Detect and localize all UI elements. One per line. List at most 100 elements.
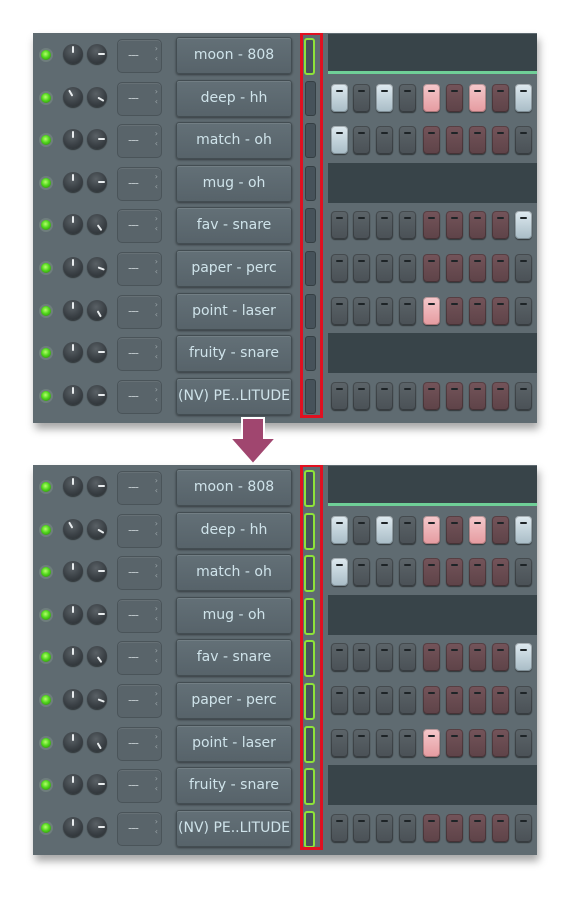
step-button-off[interactable] xyxy=(515,126,532,155)
step-button-off[interactable] xyxy=(353,728,370,757)
channel-mute-led[interactable] xyxy=(41,135,51,146)
step-button-off[interactable] xyxy=(353,381,370,410)
track-stepper-icon[interactable]: › ‹ xyxy=(155,646,158,666)
step-button-off[interactable] xyxy=(399,381,416,410)
step-button-on[interactable] xyxy=(469,515,486,544)
step-button-off[interactable] xyxy=(376,728,393,757)
step-button-off[interactable] xyxy=(423,211,440,240)
step-button-on[interactable] xyxy=(515,83,532,112)
step-button-off[interactable] xyxy=(399,813,416,842)
volume-knob[interactable] xyxy=(63,171,83,192)
graph-editor-empty[interactable] xyxy=(328,162,537,203)
pan-knob[interactable] xyxy=(87,299,107,320)
step-button-off[interactable] xyxy=(446,728,463,757)
step-button-on[interactable] xyxy=(331,83,348,112)
mixer-track-selector[interactable]: --- › ‹ xyxy=(117,166,162,201)
channel-mute-led[interactable] xyxy=(41,695,51,705)
pan-knob[interactable] xyxy=(87,518,107,539)
step-button-off[interactable] xyxy=(331,728,348,757)
mixer-track-selector[interactable]: --- › ‹ xyxy=(117,294,162,329)
step-button-on[interactable] xyxy=(376,83,393,112)
volume-knob[interactable] xyxy=(63,689,83,709)
volume-knob[interactable] xyxy=(63,518,83,539)
step-button-off[interactable] xyxy=(353,211,370,240)
mixer-track-selector[interactable]: --- › ‹ xyxy=(117,209,162,244)
step-button-on[interactable] xyxy=(515,515,532,544)
track-stepper-icon[interactable]: › ‹ xyxy=(155,604,158,624)
step-button-off[interactable] xyxy=(353,83,370,112)
mixer-track-selector[interactable]: --- › ‹ xyxy=(117,684,162,718)
channel-name-button[interactable]: moon - 808 xyxy=(176,37,292,74)
channel-name-button[interactable]: match - oh xyxy=(176,554,292,592)
track-stepper-icon[interactable]: › ‹ xyxy=(155,385,158,405)
channel-name-button[interactable]: paper - perc xyxy=(176,250,292,287)
channel-name-button[interactable]: fav - snare xyxy=(176,207,292,245)
volume-knob[interactable] xyxy=(63,44,83,64)
step-button-off[interactable] xyxy=(399,515,416,544)
step-button-off[interactable] xyxy=(492,686,509,714)
step-button-off[interactable] xyxy=(446,296,463,325)
step-button-off[interactable] xyxy=(423,643,440,672)
step-button-on[interactable] xyxy=(331,515,348,544)
track-stepper-icon[interactable]: › ‹ xyxy=(155,172,158,192)
pan-knob[interactable] xyxy=(87,44,107,64)
channel-name-button[interactable]: fav - snare xyxy=(176,639,292,677)
volume-knob[interactable] xyxy=(63,646,83,667)
step-button-off[interactable] xyxy=(469,813,486,842)
step-button-off[interactable] xyxy=(331,254,348,282)
volume-knob[interactable] xyxy=(63,561,83,582)
step-button-off[interactable] xyxy=(492,728,509,757)
step-button-off[interactable] xyxy=(469,254,486,282)
mixer-track-selector[interactable]: --- › ‹ xyxy=(117,641,162,676)
volume-knob[interactable] xyxy=(63,476,83,496)
graph-editor-empty[interactable] xyxy=(328,594,537,635)
volume-knob[interactable] xyxy=(63,214,83,235)
graph-editor[interactable] xyxy=(328,34,537,74)
channel-mute-led[interactable] xyxy=(41,220,51,231)
step-button-off[interactable] xyxy=(423,381,440,410)
channel-name-button[interactable]: match - oh xyxy=(176,122,292,160)
mixer-track-selector[interactable]: --- › ‹ xyxy=(117,81,162,116)
mixer-track-selector[interactable]: --- › ‹ xyxy=(117,252,162,286)
step-button-off[interactable] xyxy=(446,254,463,282)
track-stepper-icon[interactable]: › ‹ xyxy=(155,342,158,362)
pan-knob[interactable] xyxy=(87,731,107,752)
channel-mute-led[interactable] xyxy=(41,780,51,791)
mixer-track-selector[interactable]: --- › ‹ xyxy=(117,39,162,73)
mixer-track-selector[interactable]: --- › ‹ xyxy=(117,811,162,846)
volume-knob[interactable] xyxy=(63,816,83,837)
channel-name-button[interactable]: fruity - snare xyxy=(176,335,292,373)
channel-mute-led[interactable] xyxy=(41,348,51,359)
step-button-off[interactable] xyxy=(376,813,393,842)
track-stepper-icon[interactable]: › ‹ xyxy=(155,476,158,496)
step-button-off[interactable] xyxy=(399,296,416,325)
mixer-track-selector[interactable]: --- › ‹ xyxy=(117,471,162,505)
step-button-off[interactable] xyxy=(376,643,393,672)
step-button-off[interactable] xyxy=(376,126,393,155)
step-button-off[interactable] xyxy=(515,254,532,282)
step-button-off[interactable] xyxy=(331,813,348,842)
step-button-off[interactable] xyxy=(376,686,393,714)
step-button-off[interactable] xyxy=(469,643,486,672)
step-button-off[interactable] xyxy=(353,126,370,155)
step-button-off[interactable] xyxy=(353,558,370,587)
graph-editor[interactable] xyxy=(328,466,537,506)
pan-knob[interactable] xyxy=(87,257,107,277)
step-button-off[interactable] xyxy=(353,515,370,544)
channel-name-button[interactable]: mug - oh xyxy=(176,596,292,634)
step-button-off[interactable] xyxy=(469,211,486,240)
step-button-off[interactable] xyxy=(446,686,463,714)
step-button-off[interactable] xyxy=(399,686,416,714)
channel-name-button[interactable]: fruity - snare xyxy=(176,767,292,805)
step-button-off[interactable] xyxy=(446,558,463,587)
step-button-off[interactable] xyxy=(353,296,370,325)
step-button-off[interactable] xyxy=(353,643,370,672)
step-button-off[interactable] xyxy=(331,296,348,325)
step-button-on[interactable] xyxy=(423,83,440,112)
volume-knob[interactable] xyxy=(63,731,83,752)
pan-knob[interactable] xyxy=(87,86,107,107)
channel-name-button[interactable]: moon - 808 xyxy=(176,469,292,506)
pan-knob[interactable] xyxy=(87,384,107,405)
track-stepper-icon[interactable]: › ‹ xyxy=(155,44,158,64)
track-stepper-icon[interactable]: › ‹ xyxy=(155,257,158,277)
